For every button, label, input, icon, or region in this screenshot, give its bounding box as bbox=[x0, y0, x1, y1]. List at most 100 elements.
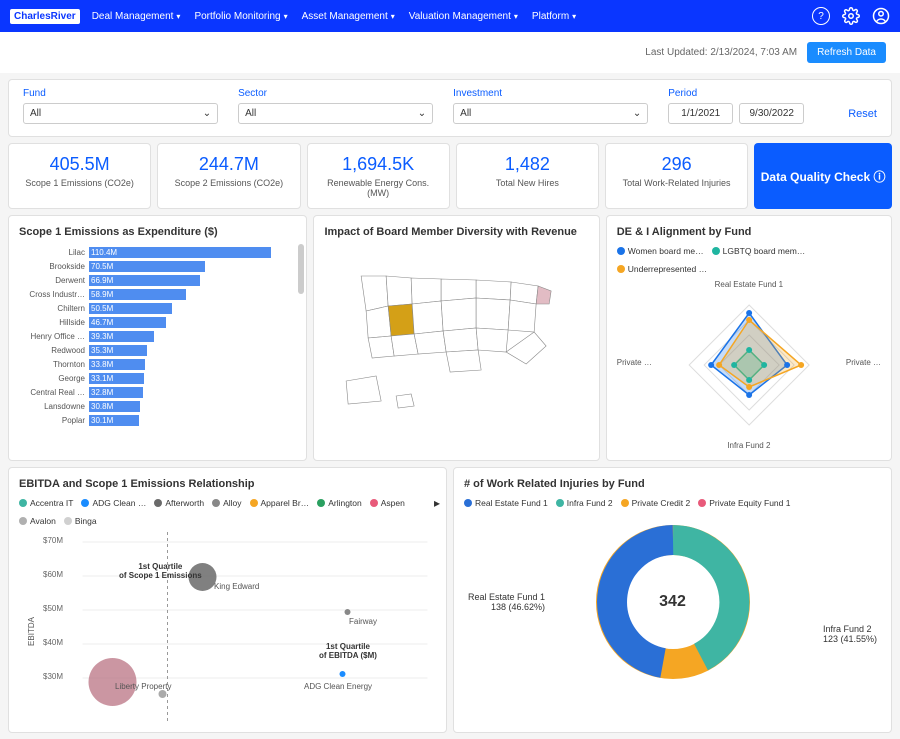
chevron-down-icon: ⌄ bbox=[633, 108, 641, 119]
nav-menu: Deal Management▾ Portfolio Monitoring▾ A… bbox=[92, 11, 812, 22]
legend-item: ADG Clean … bbox=[81, 498, 146, 508]
chart-title: DE & I Alignment by Fund bbox=[617, 226, 881, 238]
injuries-by-fund-donut: # of Work Related Injuries by Fund Real … bbox=[453, 467, 892, 733]
bar-label: Brookside bbox=[19, 262, 85, 271]
bar-fill: 39.3M bbox=[89, 331, 154, 342]
bar-row: Lilac110.4M bbox=[89, 246, 296, 259]
legend-item: Alloy bbox=[212, 498, 241, 508]
bar-value: 33.1M bbox=[91, 373, 113, 384]
reset-filters-link[interactable]: Reset bbox=[848, 108, 877, 124]
legend-item: Private Equity Fund 1 bbox=[698, 498, 790, 508]
donut-total: 342 bbox=[659, 593, 686, 611]
chart-title: Impact of Board Member Diversity with Re… bbox=[324, 226, 588, 238]
investment-filter-select[interactable]: All⌄ bbox=[453, 103, 648, 124]
legend-item: Infra Fund 2 bbox=[556, 498, 613, 508]
point-label: King Edward bbox=[214, 582, 259, 591]
period-to-input[interactable]: 9/30/2022 bbox=[739, 103, 804, 124]
bar-row: George33.1M bbox=[89, 372, 296, 385]
legend-item: Private Credit 2 bbox=[621, 498, 691, 508]
dei-alignment-chart: DE & I Alignment by Fund Women board me…… bbox=[606, 215, 892, 461]
brand-logo: CharlesRiver bbox=[10, 9, 80, 24]
bar-fill: 30.1M bbox=[89, 415, 139, 426]
kpi-new-hires: 1,482Total New Hires bbox=[456, 143, 599, 209]
refresh-data-button[interactable]: Refresh Data bbox=[807, 42, 886, 63]
legend-item: Arlington bbox=[317, 498, 362, 508]
fund-filter-label: Fund bbox=[23, 88, 218, 99]
chevron-down-icon: ⌄ bbox=[418, 108, 426, 119]
point-label: ADG Clean Energy bbox=[304, 682, 372, 691]
nav-deal-management[interactable]: Deal Management▾ bbox=[92, 11, 181, 22]
board-diversity-map: Impact of Board Member Diversity with Re… bbox=[313, 215, 599, 461]
nav-portfolio-monitoring[interactable]: Portfolio Monitoring▾ bbox=[194, 11, 287, 22]
ebitda-scope1-scatter: EBITDA and Scope 1 Emissions Relationshi… bbox=[8, 467, 447, 733]
fund-filter-select[interactable]: All⌄ bbox=[23, 103, 218, 124]
bar-fill: 66.9M bbox=[89, 275, 200, 286]
bar-value: 66.9M bbox=[91, 275, 113, 286]
bar-label: Chiltern bbox=[19, 304, 85, 313]
bar-row: Cross Industr…58.9M bbox=[89, 288, 296, 301]
bar-label: Thornton bbox=[19, 360, 85, 369]
bar-value: 30.8M bbox=[91, 401, 113, 412]
sector-filter-select[interactable]: All⌄ bbox=[238, 103, 433, 124]
bar-label: Derwent bbox=[19, 276, 85, 285]
period-from-input[interactable]: 1/1/2021 bbox=[668, 103, 733, 124]
radar-axis-label: Real Estate Fund 1 bbox=[715, 280, 783, 289]
scrollbar[interactable] bbox=[298, 244, 304, 294]
bar-value: 46.7M bbox=[91, 317, 113, 328]
legend-item: Apparel Br… bbox=[250, 498, 310, 508]
legend-item: Underrepresented … bbox=[617, 264, 707, 274]
legend-item: Afterworth bbox=[154, 498, 204, 508]
bar-fill: 46.7M bbox=[89, 317, 166, 328]
bar-value: 30.1M bbox=[91, 415, 113, 426]
radar-axis-label: Private … bbox=[846, 358, 881, 367]
nav-platform[interactable]: Platform▾ bbox=[532, 11, 576, 22]
donut-callout: Real Estate Fund 1 138 (46.62%) bbox=[468, 592, 545, 612]
bar-label: Poplar bbox=[19, 416, 85, 425]
period-filter-label: Period bbox=[668, 88, 828, 99]
bar-row: Henry Office …39.3M bbox=[89, 330, 296, 343]
bar-row: Central Real …32.8M bbox=[89, 386, 296, 399]
nav-asset-management[interactable]: Asset Management▾ bbox=[302, 11, 395, 22]
chart-title: EBITDA and Scope 1 Emissions Relationshi… bbox=[19, 478, 436, 490]
kpi-injuries: 296Total Work-Related Injuries bbox=[605, 143, 748, 209]
bar-row: Lansdowne30.8M bbox=[89, 400, 296, 413]
bar-label: Henry Office … bbox=[19, 332, 85, 341]
legend-item: Women board me… bbox=[617, 246, 704, 256]
bar-value: 70.5M bbox=[91, 261, 113, 272]
bar-fill: 58.9M bbox=[89, 289, 186, 300]
legend-item: Aspen bbox=[370, 498, 405, 508]
bar-fill: 30.8M bbox=[89, 401, 140, 412]
chart-title: Scope 1 Emissions as Expenditure ($) bbox=[19, 226, 296, 238]
status-bar: Last Updated: 2/13/2024, 7:03 AM Refresh… bbox=[0, 32, 900, 73]
nav-valuation-management[interactable]: Valuation Management▾ bbox=[409, 11, 518, 22]
scatter-annotation: 1st Quartile of Scope 1 Emissions bbox=[119, 562, 202, 580]
legend-item: Binga bbox=[64, 516, 97, 526]
scatter-annotation: 1st Quartile of EBITDA ($M) bbox=[319, 642, 377, 660]
bar-label: Lansdowne bbox=[19, 402, 85, 411]
legend-item: Real Estate Fund 1 bbox=[464, 498, 548, 508]
bar-label: George bbox=[19, 374, 85, 383]
bar-label: Lilac bbox=[19, 248, 85, 257]
bar-row: Hillside46.7M bbox=[89, 316, 296, 329]
legend-next-icon[interactable]: ▸ bbox=[434, 496, 440, 510]
bar-value: 33.8M bbox=[91, 359, 113, 370]
bar-value: 50.5M bbox=[91, 303, 113, 314]
filters-panel: Fund All⌄ Sector All⌄ Investment All⌄ Pe… bbox=[8, 79, 892, 137]
bar-label: Hillside bbox=[19, 318, 85, 327]
user-icon[interactable] bbox=[872, 7, 890, 25]
settings-icon[interactable] bbox=[842, 7, 860, 25]
bar-row: Redwood35.3M bbox=[89, 344, 296, 357]
bar-value: 58.9M bbox=[91, 289, 113, 300]
bar-fill: 32.8M bbox=[89, 387, 143, 398]
sector-filter-label: Sector bbox=[238, 88, 433, 99]
legend-item: Avalon bbox=[19, 516, 56, 526]
bar-value: 35.3M bbox=[91, 345, 113, 356]
radar-axis-label: Private … bbox=[617, 358, 652, 367]
help-icon[interactable]: ? bbox=[812, 7, 830, 25]
radar-axis-label: Infra Fund 2 bbox=[727, 441, 770, 450]
bar-row: Poplar30.1M bbox=[89, 414, 296, 426]
data-quality-check-button[interactable]: Data Quality Check ⓘ bbox=[754, 143, 892, 209]
top-nav: CharlesRiver Deal Management▾ Portfolio … bbox=[0, 0, 900, 32]
map-svg bbox=[324, 246, 588, 416]
bar-row: Thornton33.8M bbox=[89, 358, 296, 371]
